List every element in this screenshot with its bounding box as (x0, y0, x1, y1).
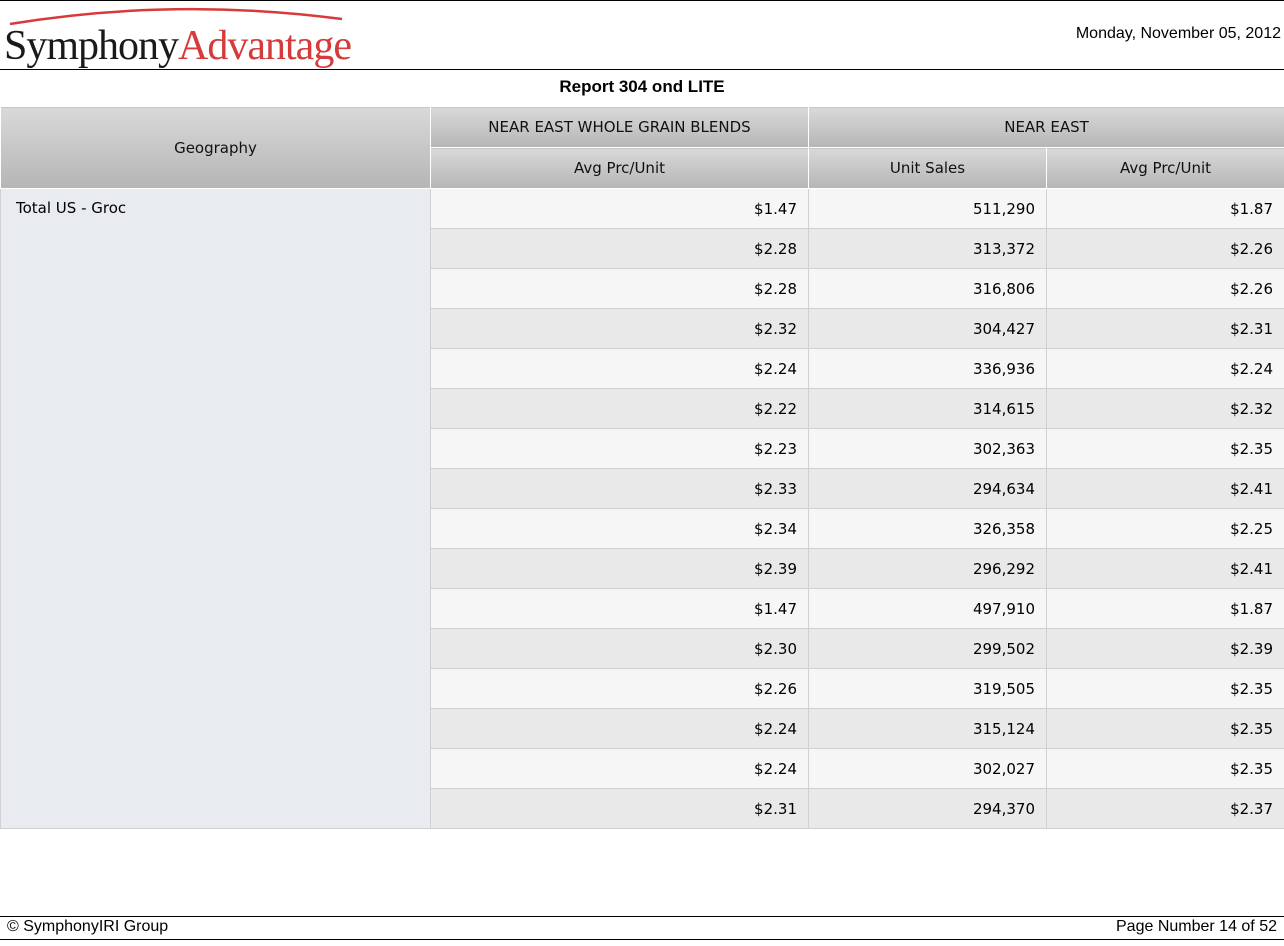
cell-whole-grain-avg-prc-unit: $2.31 (430, 788, 809, 829)
cell-whole-grain-avg-prc-unit: $2.22 (430, 388, 809, 429)
geography-cell: Total US - Groc (0, 188, 431, 829)
cell-near-east-avg-prc-unit: $1.87 (1045, 588, 1284, 629)
cell-whole-grain-avg-prc-unit: $2.30 (430, 628, 809, 669)
logo-text-symphony: Symphony (4, 23, 179, 69)
table-body: Total US - Groc $1.47 511,290 $1.87 $2.28 313… (0, 188, 1284, 829)
cell-near-east-avg-prc-unit: $2.41 (1045, 548, 1284, 589)
cell-near-east-unit-sales: 296,292 (808, 548, 1047, 589)
measure-header-unit-sales: Unit Sales (808, 147, 1047, 189)
cell-near-east-unit-sales: 314,615 (808, 388, 1047, 429)
cell-near-east-avg-prc-unit: $2.32 (1045, 388, 1284, 429)
header-row-groups: Geography NEAR EAST WHOLE GRAIN BLENDS N… (0, 106, 1284, 189)
measure-header-avg-prc-unit: Avg Prc/Unit (430, 147, 809, 189)
cell-near-east-unit-sales: 315,124 (808, 708, 1047, 749)
report-table: Geography NEAR EAST WHOLE GRAIN BLENDS N… (0, 106, 1284, 829)
cell-near-east-avg-prc-unit: $2.24 (1045, 348, 1284, 389)
cell-near-east-unit-sales: 326,358 (808, 508, 1047, 549)
cell-whole-grain-avg-prc-unit: $2.39 (430, 548, 809, 589)
report-header: SymphonyAdvantage Monday, November 05, 2… (0, 1, 1284, 69)
cell-near-east-avg-prc-unit: $2.39 (1045, 628, 1284, 669)
measure-header-avg-prc-unit: Avg Prc/Unit (1045, 147, 1284, 189)
cell-whole-grain-avg-prc-unit: $2.32 (430, 308, 809, 349)
report-date: Monday, November 05, 2012 (1075, 25, 1281, 42)
cell-near-east-unit-sales: 511,290 (808, 188, 1047, 229)
cell-near-east-avg-prc-unit: $2.25 (1045, 508, 1284, 549)
bottom-border (0, 939, 1284, 940)
cell-near-east-avg-prc-unit: $2.35 (1045, 748, 1284, 789)
cell-whole-grain-avg-prc-unit: $2.33 (430, 468, 809, 509)
copyright-text: © SymphonyIRI Group (7, 918, 169, 935)
symphony-advantage-logo: SymphonyAdvantage (4, 3, 352, 69)
cell-whole-grain-avg-prc-unit: $2.24 (430, 748, 809, 789)
cell-whole-grain-avg-prc-unit: $2.23 (430, 428, 809, 469)
cell-near-east-avg-prc-unit: $2.31 (1045, 308, 1284, 349)
footer-divider (0, 916, 1284, 917)
group-header-whole-grain-blends: NEAR EAST WHOLE GRAIN BLENDS (430, 106, 809, 148)
cell-near-east-avg-prc-unit: $2.26 (1045, 268, 1284, 309)
page-number: Page Number 14 of 52 (1116, 918, 1277, 935)
cell-near-east-unit-sales: 304,427 (808, 308, 1047, 349)
cell-near-east-unit-sales: 302,363 (808, 428, 1047, 469)
cell-whole-grain-avg-prc-unit: $2.28 (430, 228, 809, 269)
geography-header: Geography (0, 106, 431, 189)
cell-whole-grain-avg-prc-unit: $2.26 (430, 668, 809, 709)
cell-near-east-avg-prc-unit: $1.87 (1045, 188, 1284, 229)
table-row: Total US - Groc $1.47 511,290 $1.87 (0, 188, 1284, 829)
cell-near-east-unit-sales: 497,910 (808, 588, 1047, 629)
header-divider (0, 69, 1284, 70)
cell-near-east-avg-prc-unit: $2.35 (1045, 708, 1284, 749)
logo-text: SymphonyAdvantage (4, 23, 352, 69)
cell-near-east-avg-prc-unit: $2.35 (1045, 668, 1284, 709)
cell-near-east-unit-sales: 316,806 (808, 268, 1047, 309)
cell-whole-grain-avg-prc-unit: $1.47 (430, 588, 809, 629)
cell-near-east-unit-sales: 294,370 (808, 788, 1047, 829)
cell-near-east-avg-prc-unit: $2.35 (1045, 428, 1284, 469)
report-title: Report 304 ond LITE (559, 77, 725, 96)
cell-near-east-unit-sales: 319,505 (808, 668, 1047, 709)
cell-near-east-unit-sales: 313,372 (808, 228, 1047, 269)
cell-near-east-unit-sales: 302,027 (808, 748, 1047, 789)
cell-near-east-unit-sales: 299,502 (808, 628, 1047, 669)
cell-near-east-avg-prc-unit: $2.41 (1045, 468, 1284, 509)
cell-whole-grain-avg-prc-unit: $2.24 (430, 348, 809, 389)
group-header-near-east: NEAR EAST (807, 106, 1284, 148)
cell-whole-grain-avg-prc-unit: $2.34 (430, 508, 809, 549)
cell-near-east-avg-prc-unit: $2.26 (1045, 228, 1284, 269)
cell-whole-grain-avg-prc-unit: $2.28 (430, 268, 809, 309)
cell-near-east-unit-sales: 336,936 (808, 348, 1047, 389)
logo-text-advantage: Advantage (178, 23, 352, 69)
cell-near-east-avg-prc-unit: $2.37 (1045, 788, 1284, 829)
report-table-container: Geography NEAR EAST WHOLE GRAIN BLENDS N… (0, 106, 1284, 829)
cell-near-east-unit-sales: 294,634 (808, 468, 1047, 509)
cell-whole-grain-avg-prc-unit: $2.24 (430, 708, 809, 749)
cell-whole-grain-avg-prc-unit: $1.47 (430, 188, 809, 229)
